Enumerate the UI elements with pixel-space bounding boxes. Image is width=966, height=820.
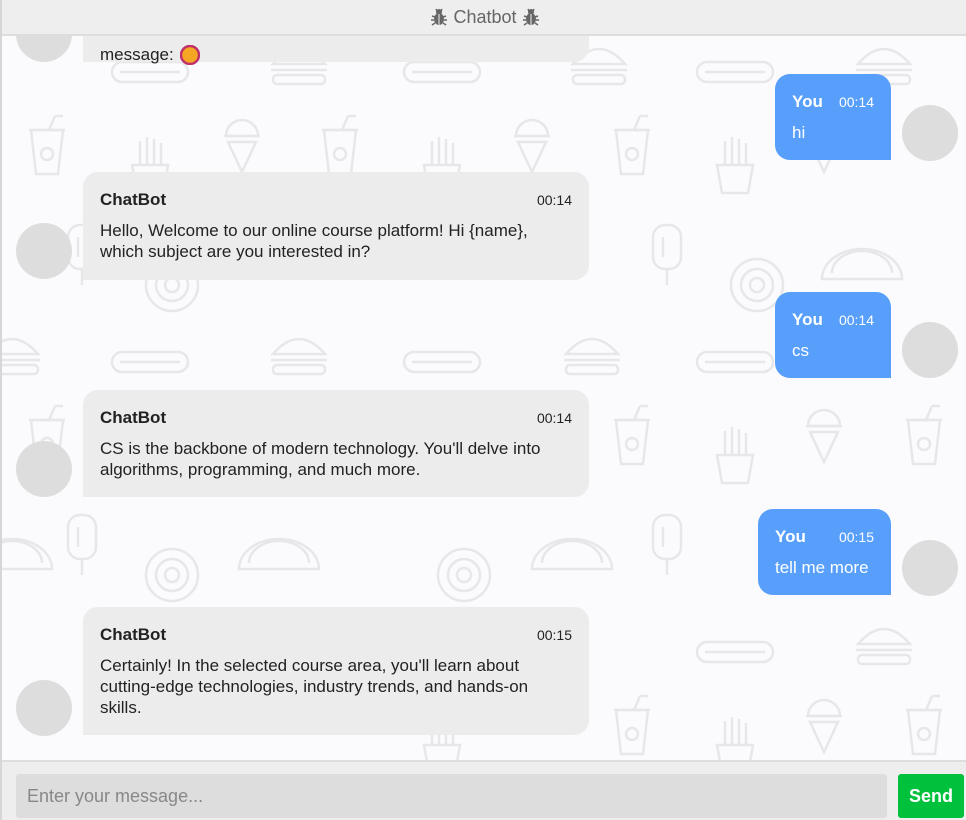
bug-icon — [431, 8, 448, 26]
message-sender: ChatBot — [100, 625, 167, 644]
send-button[interactable]: Send — [898, 774, 964, 818]
chat-header: Chatbot — [2, 0, 966, 36]
bot-message: ChatBot 00:15 Certainly! In the selected… — [83, 607, 589, 735]
message-text: tell me more — [775, 558, 869, 577]
message-list[interactable]: message: You 00:14 hi ChatBot 00:14 Hell… — [2, 36, 966, 760]
message-sender: ChatBot — [100, 408, 167, 427]
user-message: You 00:14 hi — [775, 74, 891, 160]
message-time: 00:14 — [536, 192, 572, 208]
message-time: 00:15 — [536, 627, 572, 643]
message-sender: You — [775, 527, 806, 546]
bot-message-partial: message: — [83, 36, 589, 65]
bot-avatar — [16, 680, 72, 736]
message-text: Hello, Welcome to our online course plat… — [100, 221, 528, 261]
message-input[interactable] — [16, 774, 887, 818]
chat-window: Chatbot message: You 00:14 hi ChatBot 00… — [0, 0, 966, 820]
message-text: Certainly! In the selected course area, … — [100, 656, 529, 717]
bot-avatar — [16, 223, 72, 279]
message-sender: You — [792, 310, 823, 329]
bug-icon — [522, 8, 539, 26]
user-avatar — [902, 322, 958, 378]
message-time: 00:15 — [838, 529, 874, 545]
bot-avatar — [16, 441, 72, 497]
message-sender: You — [792, 92, 823, 111]
bot-message: ChatBot 00:14 Hello, Welcome to our onli… — [83, 172, 589, 280]
user-message: You 00:15 tell me more — [758, 509, 891, 595]
message-sender: ChatBot — [100, 190, 167, 209]
message-time: 00:14 — [838, 94, 874, 110]
user-avatar — [902, 105, 958, 161]
message-time: 00:14 — [838, 312, 874, 328]
partial-message-text: message: — [100, 45, 174, 64]
chat-title: Chatbot — [453, 6, 517, 27]
user-message: You 00:14 cs — [775, 292, 891, 378]
user-avatar — [902, 540, 958, 596]
message-text: cs — [792, 341, 809, 360]
message-text: hi — [792, 123, 806, 142]
message-time: 00:14 — [536, 410, 572, 426]
message-text: CS is the backbone of modern technology.… — [100, 439, 541, 479]
message-input-bar: Send — [2, 760, 966, 820]
emoji-icon — [179, 44, 200, 65]
bot-message: ChatBot 00:14 CS is the backbone of mode… — [83, 390, 589, 497]
